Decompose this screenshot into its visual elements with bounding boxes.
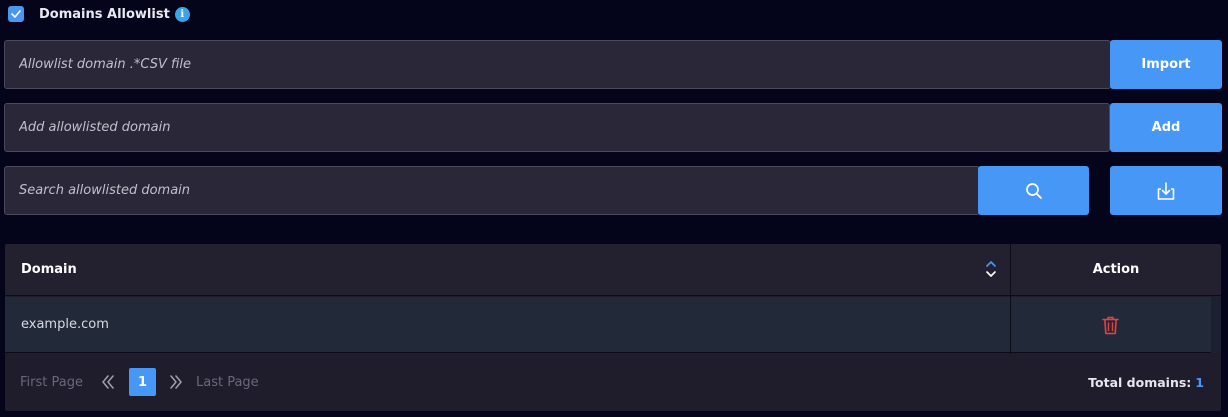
total-domains: Total domains: 1 bbox=[1088, 375, 1204, 390]
domain-cell: example.com bbox=[21, 317, 109, 332]
download-icon bbox=[1157, 181, 1175, 200]
last-page-link[interactable]: Last Page bbox=[196, 375, 259, 390]
column-header-domain[interactable]: Domain bbox=[21, 244, 77, 296]
row-scrollbar bbox=[1211, 297, 1221, 353]
import-file-field[interactable] bbox=[4, 40, 1111, 89]
sort-icon[interactable] bbox=[984, 258, 998, 280]
add-button[interactable]: Add bbox=[1110, 103, 1222, 152]
trash-icon[interactable] bbox=[1101, 315, 1120, 335]
column-divider bbox=[1010, 244, 1011, 354]
search-domain-field[interactable] bbox=[4, 166, 980, 215]
total-domains-label: Total domains: bbox=[1088, 375, 1192, 390]
search-icon bbox=[1025, 182, 1042, 199]
info-icon[interactable]: i bbox=[174, 6, 190, 22]
table-row: example.com bbox=[5, 297, 1221, 353]
double-chevron-left-icon[interactable] bbox=[100, 373, 116, 391]
add-domain-input[interactable] bbox=[19, 120, 1109, 135]
table-header: Domain Action bbox=[5, 244, 1221, 296]
total-domains-count: 1 bbox=[1195, 375, 1204, 390]
column-header-action: Action bbox=[1092, 262, 1140, 277]
search-button[interactable] bbox=[978, 166, 1089, 215]
double-chevron-right-icon[interactable] bbox=[168, 373, 184, 391]
first-page-link[interactable]: First Page bbox=[20, 375, 83, 390]
page-button-current[interactable]: 1 bbox=[129, 368, 156, 396]
checkmark-icon bbox=[11, 10, 21, 18]
download-button[interactable] bbox=[1110, 166, 1222, 215]
domains-table: Domain Action example.com First Page 1 L bbox=[5, 244, 1221, 411]
allowlist-enabled-checkbox[interactable] bbox=[8, 6, 24, 22]
allowlist-title: Domains Allowlist bbox=[39, 6, 170, 22]
domains-allowlist-header: Domains Allowlist i bbox=[8, 5, 190, 23]
import-file-input[interactable] bbox=[19, 57, 1110, 72]
import-button[interactable]: Import bbox=[1110, 40, 1222, 89]
search-domain-input[interactable] bbox=[19, 183, 979, 198]
pagination: First Page 1 Last Page Total domains: 1 bbox=[5, 354, 1221, 411]
add-domain-field[interactable] bbox=[4, 103, 1110, 152]
